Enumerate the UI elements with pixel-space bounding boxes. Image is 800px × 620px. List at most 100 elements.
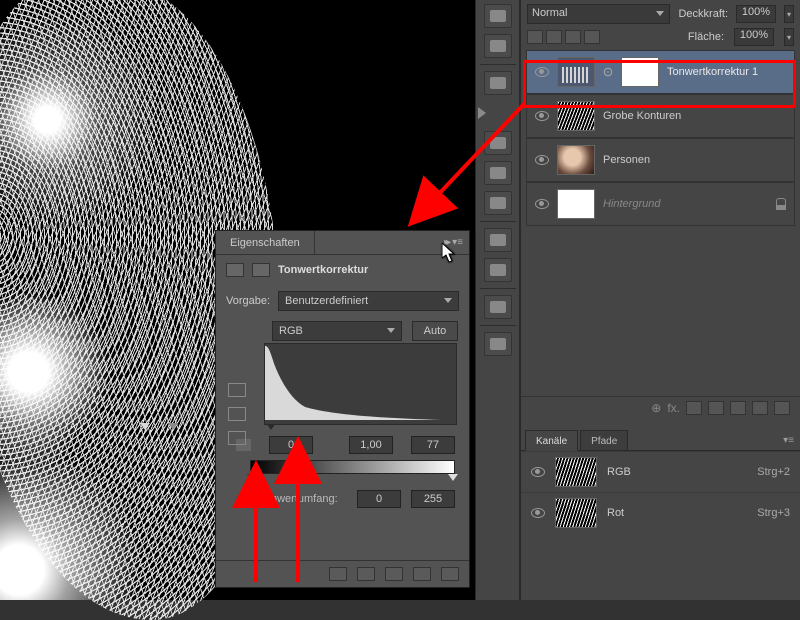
output-black-slider[interactable] — [247, 474, 257, 481]
trash-icon[interactable] — [441, 567, 459, 581]
layer-blend-row: Normal Deckkraft: 100% ▾ — [521, 0, 800, 24]
visibility-toggle-icon[interactable] — [535, 67, 549, 77]
channel-row-red[interactable]: Rot Strg+3 — [521, 492, 800, 533]
eyedropper-black-icon[interactable] — [228, 383, 246, 397]
panel-icon-character[interactable] — [484, 4, 512, 28]
fill-field[interactable]: 100% — [734, 28, 774, 46]
auto-button[interactable]: Auto — [412, 321, 458, 341]
layer-thumbnail[interactable] — [557, 57, 595, 87]
mouse-cursor-icon — [442, 243, 456, 263]
output-high-field[interactable] — [411, 490, 455, 508]
histogram[interactable] — [264, 343, 457, 425]
layer-name-label[interactable]: Personen — [603, 154, 786, 166]
divider — [480, 221, 516, 222]
adjustment-title: Tonwertkorrektur — [278, 264, 368, 276]
layer-mask-thumbnail[interactable] — [621, 57, 659, 87]
channel-select[interactable]: RGB — [272, 321, 402, 341]
panel-icon-swatches[interactable] — [484, 131, 512, 155]
channel-thumbnail[interactable] — [555, 457, 597, 487]
panel-icon-adjustments[interactable] — [484, 228, 512, 252]
white-point-field[interactable] — [411, 436, 455, 454]
panel-icon-color[interactable] — [484, 161, 512, 185]
add-mask-icon[interactable] — [686, 401, 702, 415]
lock-position-icon[interactable] — [565, 30, 581, 44]
layers-list: 𐌏 Tonwertkorrektur 1 Grobe Konturen Pers… — [521, 50, 800, 226]
lock-transparency-icon[interactable] — [527, 30, 543, 44]
properties-footer — [216, 560, 469, 587]
panel-menu-icon[interactable]: ▾≡ — [777, 431, 800, 450]
properties-tab[interactable]: Eigenschaften — [216, 231, 315, 254]
view-previous-icon[interactable] — [357, 567, 375, 581]
new-adjustment-icon[interactable] — [708, 401, 724, 415]
gamma-field[interactable] — [349, 436, 393, 454]
right-panel-column: Normal Deckkraft: 100% ▾ Fläche: 100% ▾ … — [520, 0, 800, 600]
divider — [480, 288, 516, 289]
reset-icon[interactable] — [385, 567, 403, 581]
delete-layer-icon[interactable] — [774, 401, 790, 415]
black-point-field[interactable] — [269, 436, 313, 454]
fill-label: Fläche: — [688, 31, 724, 43]
fill-stepper[interactable]: ▾ — [784, 28, 794, 46]
channel-row-rgb[interactable]: RGB Strg+2 — [521, 451, 800, 492]
visibility-toggle-icon[interactable] — [531, 467, 545, 477]
layer-row-contours[interactable]: Grobe Konturen — [526, 94, 795, 138]
panel-icon-history[interactable] — [484, 258, 512, 282]
output-gradient[interactable] — [250, 460, 455, 474]
layer-thumbnail[interactable] — [557, 101, 595, 131]
eyedropper-gray-icon[interactable] — [228, 407, 246, 421]
properties-panel[interactable]: Eigenschaften ▸▸▾≡ Tonwertkorrektur Vorg… — [215, 230, 470, 588]
link-icon[interactable]: 𐌏 — [603, 66, 613, 79]
output-white-slider[interactable] — [448, 474, 458, 481]
tab-channels[interactable]: Kanäle — [525, 430, 578, 451]
new-group-icon[interactable] — [730, 401, 746, 415]
eyedropper-group — [228, 383, 246, 445]
eyedropper-white-icon[interactable] — [228, 431, 246, 445]
channel-value: RGB — [279, 325, 303, 337]
preset-row: Vorgabe: Benutzerdefiniert — [216, 285, 469, 317]
white-point-slider[interactable] — [140, 423, 150, 430]
layer-name-label[interactable]: Tonwertkorrektur 1 — [667, 66, 786, 78]
blend-mode-select[interactable]: Normal — [527, 4, 670, 24]
panel-icon-navigator[interactable] — [484, 332, 512, 356]
layer-row-levels[interactable]: 𐌏 Tonwertkorrektur 1 — [526, 50, 795, 94]
auto-button-label: Auto — [424, 325, 447, 337]
divider — [480, 64, 516, 65]
layer-name-label[interactable]: Grobe Konturen — [603, 110, 786, 122]
fx-label[interactable]: fx. — [667, 401, 680, 415]
lock-all-icon[interactable] — [584, 30, 600, 44]
visibility-toggle-icon[interactable] — [535, 155, 549, 165]
input-values-row — [216, 430, 469, 458]
link-layers-icon[interactable]: ⊕ — [651, 401, 661, 415]
panel-icon-styles[interactable] — [484, 191, 512, 215]
output-low-field[interactable] — [357, 490, 401, 508]
channel-name-label: Rot — [607, 507, 624, 519]
new-layer-icon[interactable] — [752, 401, 768, 415]
levels-icon — [226, 263, 244, 277]
visibility-toggle-icon[interactable] — [535, 199, 549, 209]
layer-thumbnail[interactable] — [557, 189, 595, 219]
lock-pixels-icon[interactable] — [546, 30, 562, 44]
panel-icon-info[interactable] — [484, 295, 512, 319]
visibility-toggle-icon[interactable] — [531, 508, 545, 518]
panel-icon-brush[interactable] — [484, 71, 512, 95]
layer-thumbnail[interactable] — [557, 145, 595, 175]
layer-row-background[interactable]: Hintergrund — [526, 182, 795, 226]
opacity-field[interactable]: 100% — [736, 5, 776, 23]
channel-shortcut-label: Strg+2 — [757, 466, 790, 478]
clip-to-layer-icon[interactable] — [329, 567, 347, 581]
output-label: Tonwertumfang: — [250, 493, 347, 505]
layer-name-label[interactable]: Hintergrund — [603, 198, 768, 210]
mask-icon[interactable] — [252, 263, 270, 277]
collapsed-panel-strip — [475, 0, 520, 600]
preset-select[interactable]: Benutzerdefiniert — [278, 291, 459, 311]
expand-toggle-icon[interactable] — [478, 107, 490, 119]
layer-row-people[interactable]: Personen — [526, 138, 795, 182]
properties-titlebar[interactable]: Eigenschaften ▸▸▾≡ — [216, 231, 469, 255]
toggle-visibility-icon[interactable] — [413, 567, 431, 581]
panel-icon-paragraph[interactable] — [484, 34, 512, 58]
channel-thumbnail[interactable] — [555, 498, 597, 528]
opacity-label: Deckkraft: — [678, 8, 728, 20]
tab-paths[interactable]: Pfade — [580, 430, 628, 450]
visibility-toggle-icon[interactable] — [535, 111, 549, 121]
opacity-stepper[interactable]: ▾ — [784, 5, 794, 23]
